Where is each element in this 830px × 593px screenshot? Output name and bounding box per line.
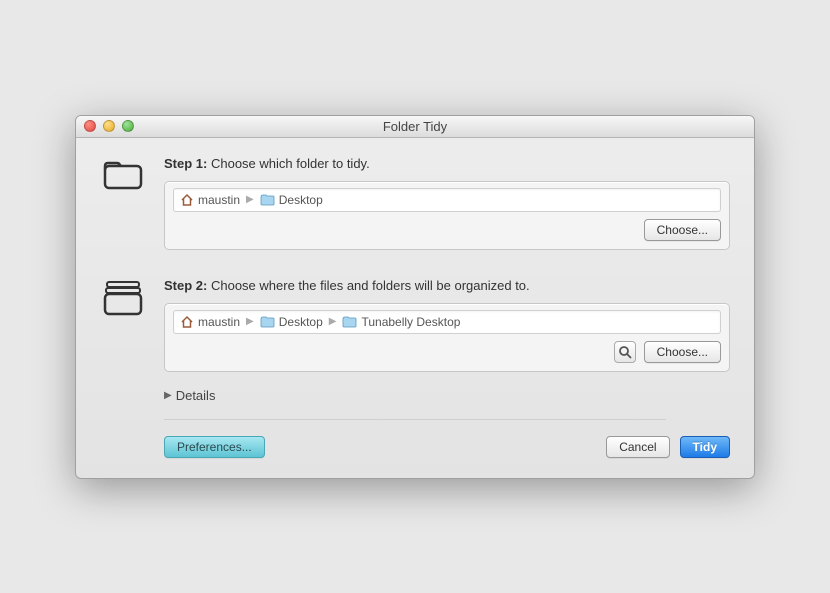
zoom-icon[interactable] [122, 120, 134, 132]
disclosure-triangle-icon: ▶ [164, 390, 172, 401]
step-2-breadcrumb[interactable]: maustin ▶ Desktop ▶ Tunabelly Desktop [173, 310, 721, 334]
titlebar: Folder Tidy [76, 116, 754, 138]
step-1-text: Choose which folder to tidy. [211, 156, 370, 171]
window-title: Folder Tidy [76, 119, 754, 134]
step-2-text: Choose where the files and folders will … [211, 278, 530, 293]
step-1-heading: Step 1: Choose which folder to tidy. [164, 156, 730, 171]
step-2: Step 2: Choose where the files and folde… [100, 278, 730, 372]
separator [164, 419, 666, 420]
folder-icon [100, 156, 146, 250]
search-icon [618, 345, 632, 359]
step-2-label: Step 2: [164, 278, 207, 293]
step-1-label: Step 1: [164, 156, 207, 171]
breadcrumb-item: Desktop [260, 193, 323, 207]
cancel-button[interactable]: Cancel [606, 436, 669, 458]
step-1: Step 1: Choose which folder to tidy. mau… [100, 156, 730, 250]
folder-mini-icon [342, 316, 357, 328]
breadcrumb-item: maustin [180, 315, 240, 329]
traffic-lights [76, 120, 134, 132]
footer: Preferences... Cancel Tidy [100, 436, 730, 458]
home-icon [180, 193, 194, 207]
folder-mini-icon [260, 194, 275, 206]
folder-mini-icon [260, 316, 275, 328]
folders-stack-icon [100, 278, 146, 372]
step-2-pathbox: maustin ▶ Desktop ▶ Tunabelly Desktop [164, 303, 730, 372]
close-icon[interactable] [84, 120, 96, 132]
reveal-in-finder-button[interactable] [614, 341, 636, 363]
preferences-button[interactable]: Preferences... [164, 436, 265, 458]
choose-button[interactable]: Choose... [644, 219, 721, 241]
breadcrumb-item: maustin [180, 193, 240, 207]
chevron-right-icon: ▶ [329, 316, 337, 327]
home-icon [180, 315, 194, 329]
details-disclosure[interactable]: ▶ Details [164, 388, 730, 403]
app-window: Folder Tidy Step 1: Choose which folder … [75, 115, 755, 479]
step-2-heading: Step 2: Choose where the files and folde… [164, 278, 730, 293]
step-1-breadcrumb[interactable]: maustin ▶ Desktop [173, 188, 721, 212]
details-label: Details [176, 388, 216, 403]
step-1-pathbox: maustin ▶ Desktop Choose... [164, 181, 730, 250]
minimize-icon[interactable] [103, 120, 115, 132]
chevron-right-icon: ▶ [246, 194, 254, 205]
breadcrumb-item: Tunabelly Desktop [342, 315, 460, 329]
tidy-button[interactable]: Tidy [680, 436, 730, 458]
chevron-right-icon: ▶ [246, 316, 254, 327]
content: Step 1: Choose which folder to tidy. mau… [76, 138, 754, 478]
breadcrumb-item: Desktop [260, 315, 323, 329]
choose-button[interactable]: Choose... [644, 341, 721, 363]
